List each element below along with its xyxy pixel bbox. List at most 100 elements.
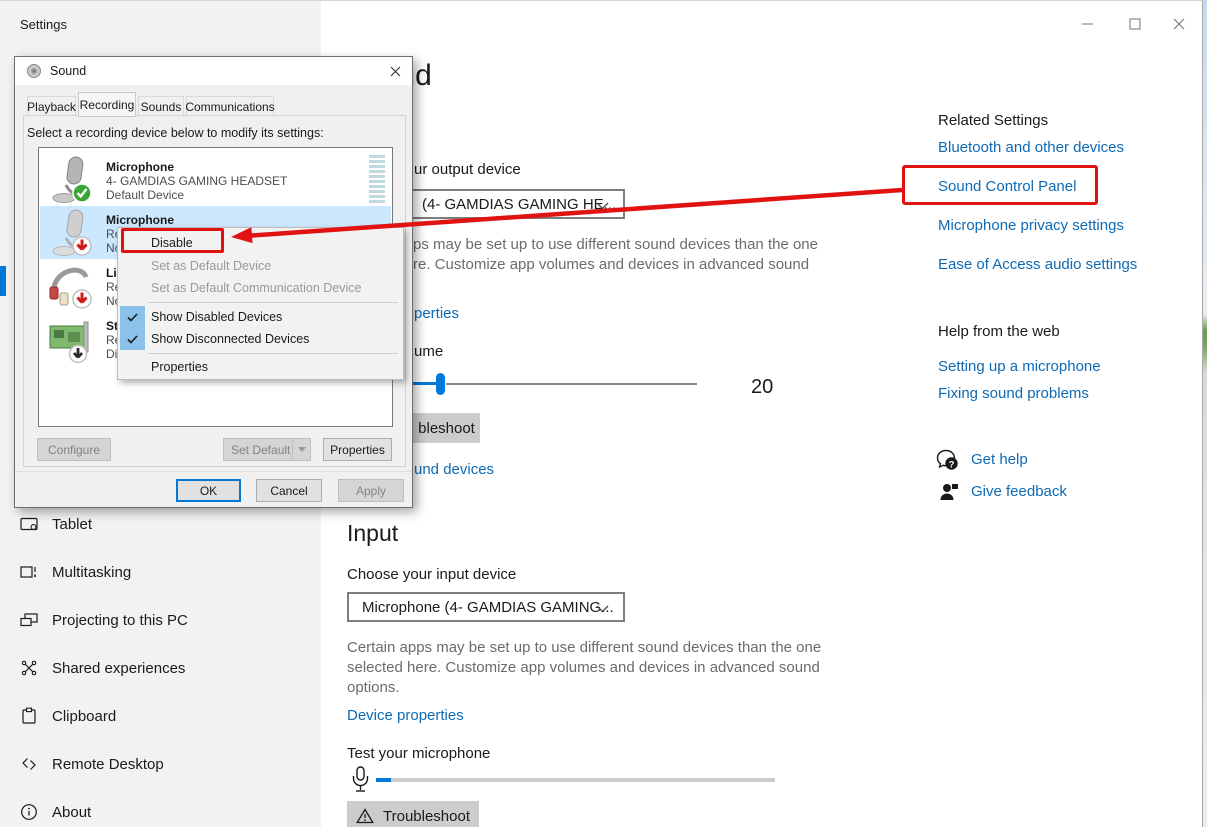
dialog-titlebar[interactable]: Sound — [15, 57, 412, 85]
tab-playback[interactable]: Playback — [27, 96, 76, 117]
link-fixing-sound-problems[interactable]: Fixing sound problems — [938, 385, 1089, 402]
app-title: Settings — [20, 17, 67, 32]
apply-label: Apply — [356, 484, 386, 498]
menu-item-label: Properties — [151, 360, 208, 374]
test-microphone-label: Test your microphone — [347, 745, 490, 762]
properties-label: Properties — [330, 443, 385, 457]
menu-item-show-disabled-devices[interactable]: Show Disabled Devices — [118, 306, 403, 328]
about-icon — [20, 803, 38, 821]
dialog-close-button[interactable] — [384, 61, 406, 81]
sidebar-item-remote-desktop[interactable]: Remote Desktop — [0, 744, 321, 784]
sidebar-item-label: Shared experiences — [52, 660, 185, 677]
close-icon — [390, 66, 401, 77]
maximize-button[interactable] — [1124, 15, 1146, 33]
minimize-button[interactable] — [1077, 15, 1099, 33]
sidebar-item-multitasking[interactable]: Multitasking — [0, 552, 321, 592]
get-help-link[interactable]: Get help — [971, 451, 1028, 468]
output-device-properties-link[interactable]: perties — [414, 305, 459, 322]
output-troubleshoot-button[interactable]: bleshoot — [413, 413, 480, 443]
link-bluetooth-devices[interactable]: Bluetooth and other devices — [938, 139, 1124, 156]
device-line2: 4- GAMDIAS GAMING HEADSET — [106, 174, 287, 188]
output-troubleshoot-label: bleshoot — [418, 420, 475, 437]
menu-item-properties[interactable]: Properties — [118, 356, 403, 378]
sidebar-item-label: Remote Desktop — [52, 756, 164, 773]
link-setting-up-microphone[interactable]: Setting up a microphone — [938, 358, 1101, 375]
input-device-dropdown[interactable]: Microphone (4- GAMDIAS GAMING... — [347, 592, 625, 622]
checkmark-icon — [127, 313, 138, 322]
menu-item-show-disconnected-devices[interactable]: Show Disconnected Devices — [118, 328, 403, 350]
tab-label: Sounds — [141, 100, 182, 114]
input-troubleshoot-label: Troubleshoot — [383, 808, 470, 825]
sidebar-item-projecting[interactable]: Projecting to this PC — [0, 600, 321, 640]
stereo-mix-device-icon — [48, 314, 96, 364]
window-close-button[interactable] — [1168, 15, 1190, 33]
device-name: Microphone — [106, 213, 174, 227]
dialog-properties-button[interactable]: Properties — [323, 438, 392, 461]
related-settings-heading: Related Settings — [938, 112, 1048, 129]
set-default-button[interactable]: Set Default — [223, 438, 311, 461]
ok-label: OK — [200, 484, 217, 498]
chevron-down-icon — [596, 202, 609, 210]
ok-button[interactable]: OK — [176, 479, 241, 502]
sidebar-item-shared-experiences[interactable]: Shared experiences — [0, 648, 321, 688]
minimize-icon — [1082, 18, 1094, 30]
sidebar-item-clipboard[interactable]: Clipboard — [0, 696, 321, 736]
menu-item-label: Set as Default Communication Device — [151, 281, 362, 295]
menu-item-label: Show Disabled Devices — [151, 310, 282, 324]
tab-sounds[interactable]: Sounds — [138, 96, 184, 117]
set-default-dropdown-arrow[interactable] — [292, 439, 310, 460]
get-help-icon: ? — [936, 449, 959, 471]
device-row-microphone-headset[interactable]: Microphone 4- GAMDIAS GAMING HEADSET Def… — [40, 153, 391, 206]
help-from-web-heading: Help from the web — [938, 323, 1060, 340]
sidebar-item-label: Projecting to this PC — [52, 612, 188, 629]
microphone-device-icon — [48, 208, 96, 258]
configure-label: Configure — [48, 443, 100, 457]
menu-item-set-default-communication-device[interactable]: Set as Default Communication Device — [118, 277, 403, 299]
device-line3: Default Device — [106, 188, 184, 202]
tab-recording[interactable]: Recording — [78, 92, 136, 117]
tab-label: Playback — [27, 100, 76, 114]
menu-item-set-default-device[interactable]: Set as Default Device — [118, 255, 403, 277]
sidebar-item-label: Clipboard — [52, 708, 116, 725]
menu-item-label: Disable — [151, 236, 193, 250]
close-icon — [1173, 18, 1185, 30]
chevron-down-icon — [298, 447, 306, 452]
output-description-line2: re. Customize app volumes and devices in… — [413, 256, 809, 273]
multitasking-icon — [20, 563, 38, 581]
checkmark-cell — [120, 306, 145, 328]
give-feedback-link[interactable]: Give feedback — [971, 483, 1067, 500]
tab-label: Recording — [80, 98, 135, 112]
apply-button[interactable]: Apply — [338, 479, 404, 502]
manage-sound-devices-link[interactable]: und devices — [414, 461, 494, 478]
mic-level-fill — [376, 778, 391, 782]
device-context-menu: Disable Set as Default Device Set as Def… — [117, 227, 404, 380]
input-section-heading: Input — [347, 520, 398, 547]
link-sound-control-panel[interactable]: Sound Control Panel — [938, 178, 1076, 195]
mic-level-track — [376, 778, 775, 782]
menu-item-label: Set as Default Device — [151, 259, 271, 273]
volume-slider-track[interactable] — [446, 383, 697, 385]
input-device-properties-link[interactable]: Device properties — [347, 707, 464, 724]
cancel-button[interactable]: Cancel — [256, 479, 322, 502]
remote-desktop-icon — [20, 755, 38, 773]
input-device-value: Microphone (4- GAMDIAS GAMING... — [362, 599, 614, 616]
configure-button[interactable]: Configure — [37, 438, 111, 461]
input-troubleshoot-button[interactable]: Troubleshoot — [347, 801, 479, 827]
link-ease-of-access-audio[interactable]: Ease of Access audio settings — [938, 256, 1137, 273]
projecting-icon — [20, 611, 38, 629]
volume-slider-handle[interactable] — [436, 373, 445, 395]
menu-item-disable[interactable]: Disable — [118, 230, 403, 255]
output-description-line1: ps may be set up to use different sound … — [413, 236, 818, 253]
volume-value: 20 — [751, 376, 773, 399]
sidebar-item-about[interactable]: About — [0, 792, 321, 827]
menu-separator — [148, 353, 398, 354]
line-in-device-icon — [48, 261, 96, 311]
tab-communications[interactable]: Communications — [186, 96, 274, 117]
dialog-title: Sound — [50, 64, 86, 78]
menu-item-label: Show Disconnected Devices — [151, 332, 309, 346]
sidebar-item-tablet[interactable]: Tablet — [0, 504, 321, 544]
selected-nav-accent — [0, 266, 6, 296]
clipboard-icon — [20, 707, 38, 725]
link-microphone-privacy[interactable]: Microphone privacy settings — [938, 217, 1124, 234]
checkmark-cell — [120, 328, 145, 350]
